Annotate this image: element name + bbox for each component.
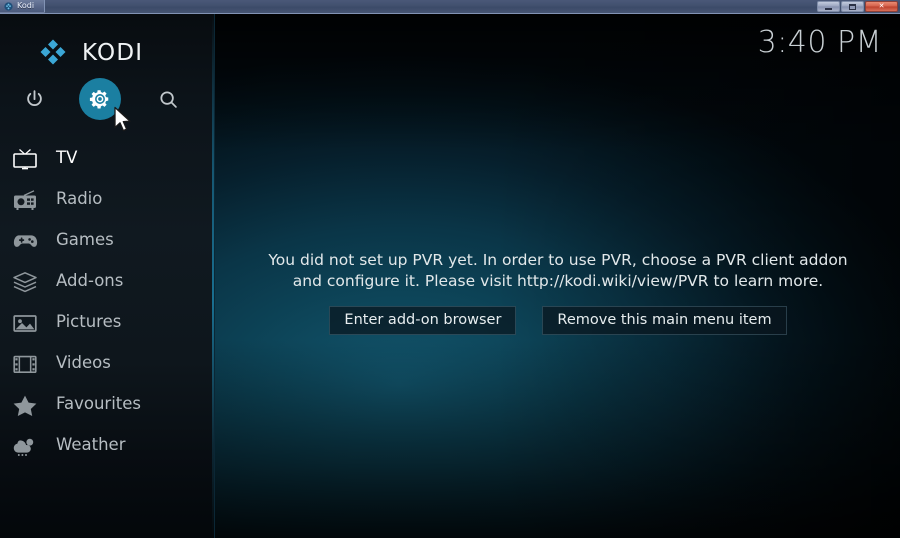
search-icon — [159, 90, 177, 108]
sidebar-item-label: TV — [56, 148, 78, 168]
sidebar-item-label: Pictures — [56, 312, 122, 332]
sidebar-item-tv[interactable]: TV — [0, 138, 215, 179]
sidebar: KODI TV Radio Games Add-ons Pictures Vid… — [0, 14, 215, 538]
main-panel: You did not set up PVR yet. In order to … — [216, 14, 900, 538]
tv-icon — [8, 146, 42, 172]
notice-actions: Enter add-on browser Remove this main me… — [329, 306, 787, 335]
minimize-button[interactable] — [817, 1, 840, 12]
kodi-diamond-logo-icon — [38, 38, 68, 68]
gamepad-icon — [8, 228, 42, 254]
kodi-logo-icon — [4, 1, 13, 11]
brand: KODI — [38, 36, 143, 70]
enter-addon-browser-button[interactable]: Enter add-on browser — [329, 306, 517, 335]
sidebar-toolbar — [0, 78, 215, 120]
minimize-glyph — [825, 7, 832, 10]
kodi-canvas: 3:40 PM KODI TV Radio Games Add-ons Pict… — [0, 14, 900, 538]
sidebar-item-radio[interactable]: Radio — [0, 179, 215, 220]
kodi-window: Kodi ✕ 3:40 PM KODI TV Radio Games Add-o… — [0, 0, 900, 538]
settings-button[interactable] — [79, 78, 121, 120]
brand-name: KODI — [82, 39, 144, 66]
close-icon: ✕ — [878, 2, 885, 10]
film-strip-icon — [8, 351, 42, 377]
sidebar-item-label: Weather — [56, 435, 126, 455]
addons-box-icon — [8, 269, 42, 295]
window-title-text: Kodi — [17, 1, 35, 10]
restore-button[interactable] — [841, 1, 864, 12]
window-title-area: Kodi — [0, 0, 46, 13]
power-icon — [26, 89, 42, 106]
main-menu: TV Radio Games Add-ons Pictures Videos F… — [0, 138, 215, 466]
restore-glyph — [849, 3, 856, 10]
sidebar-item-label: Games — [56, 230, 114, 250]
sidebar-item-videos[interactable]: Videos — [0, 343, 215, 384]
sidebar-item-label: Favourites — [56, 394, 141, 414]
power-button[interactable] — [13, 78, 55, 120]
window-titlebar: Kodi ✕ — [0, 0, 900, 14]
sidebar-item-label: Videos — [56, 353, 111, 373]
window-controls: ✕ — [816, 0, 898, 13]
radio-icon — [8, 187, 42, 213]
remove-main-menu-item-button[interactable]: Remove this main menu item — [542, 306, 787, 335]
sidebar-item-weather[interactable]: Weather — [0, 425, 215, 466]
clock: 3:40 PM — [757, 25, 882, 60]
pictures-icon — [8, 310, 42, 336]
sidebar-item-add-ons[interactable]: Add-ons — [0, 261, 215, 302]
search-button[interactable] — [147, 78, 189, 120]
sidebar-item-label: Add-ons — [56, 271, 124, 291]
sidebar-item-pictures[interactable]: Pictures — [0, 302, 215, 343]
sidebar-item-favourites[interactable]: Favourites — [0, 384, 215, 425]
titlebar-drag-area[interactable] — [45, 0, 816, 13]
pvr-setup-notice: You did not set up PVR yet. In order to … — [268, 251, 848, 290]
gear-icon — [89, 90, 109, 109]
sidebar-item-games[interactable]: Games — [0, 220, 215, 261]
sidebar-item-label: Radio — [56, 189, 103, 209]
close-button[interactable]: ✕ — [865, 1, 898, 12]
weather-cloud-sun-icon — [8, 433, 42, 459]
star-icon — [8, 392, 42, 418]
